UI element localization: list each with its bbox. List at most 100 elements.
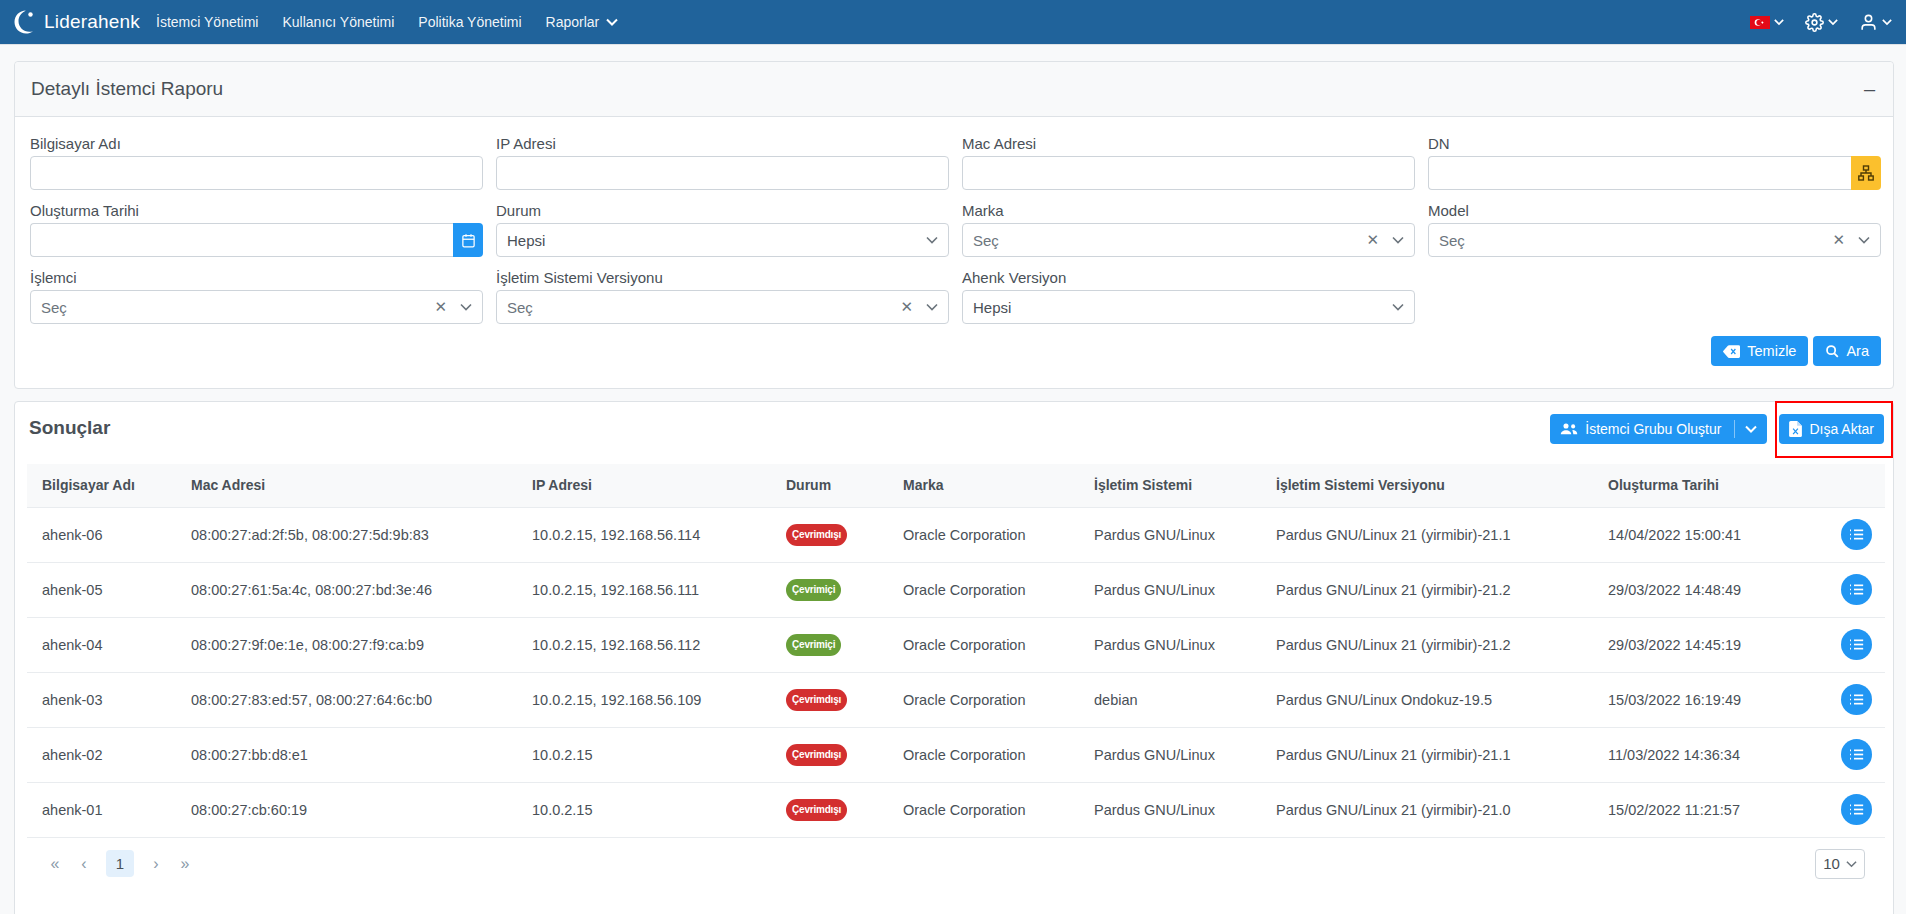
brand-label: Marka (962, 202, 1415, 219)
row-actions-button[interactable] (1841, 574, 1872, 605)
cell-created: 29/03/2022 14:45:19 (1593, 617, 1817, 672)
cpu-label: İşlemci (30, 269, 483, 286)
brand[interactable]: Liderahenk (12, 9, 140, 35)
cell-mac: 08:00:27:9f:0e:1e, 08:00:27:f9:ca:b9 (176, 617, 517, 672)
cell-created: 14/04/2022 15:00:41 (1593, 507, 1817, 562)
pagination: « ‹ 1 › » 10 (15, 838, 1893, 879)
cell-brand: Oracle Corporation (888, 672, 1079, 727)
table-row: ahenk-0108:00:27:cb:60:1910.0.2.15Çevrim… (27, 782, 1885, 837)
table-row: ahenk-0608:00:27:ad:2f:5b, 08:00:27:5d:9… (27, 507, 1885, 562)
cell-name: ahenk-02 (27, 727, 176, 782)
cell-created: 29/03/2022 14:48:49 (1593, 562, 1817, 617)
brand-name: Liderahenk (44, 11, 140, 33)
nav-menu: İstemci Yönetimi Kullanıcı Yönetimi Poli… (144, 14, 630, 30)
created-date-input[interactable] (30, 223, 453, 257)
cell-ip: 10.0.2.15, 192.168.56.112 (517, 617, 771, 672)
row-actions-button[interactable] (1841, 794, 1872, 825)
dn-input[interactable] (1428, 156, 1851, 190)
cell-name: ahenk-01 (27, 782, 176, 837)
page-current[interactable]: 1 (106, 850, 134, 877)
results-table: Bilgisayar Adı Mac Adresi IP Adresi Duru… (27, 464, 1883, 838)
cell-brand: Oracle Corporation (888, 617, 1079, 672)
os-version-multiselect[interactable]: Seç ✕ (496, 290, 949, 324)
chevron-down-icon (1846, 860, 1857, 868)
search-icon (1825, 344, 1839, 358)
cell-name: ahenk-04 (27, 617, 176, 672)
cell-mac: 08:00:27:cb:60:19 (176, 782, 517, 837)
row-actions-button[interactable] (1841, 519, 1872, 550)
field-cpu: İşlemci Seç ✕ (30, 269, 483, 324)
create-client-group-button[interactable]: İstemci Grubu Oluştur (1550, 414, 1767, 444)
user-icon (1859, 13, 1878, 32)
settings-menu[interactable] (1805, 13, 1838, 32)
collapse-minus-icon[interactable]: – (1864, 79, 1875, 99)
cell-os-version: Pardus GNU/Linux 21 (yirmibir)-21.0 (1261, 782, 1593, 837)
cell-name: ahenk-05 (27, 562, 176, 617)
row-actions-button[interactable] (1841, 629, 1872, 660)
gear-icon (1805, 13, 1824, 32)
cell-os-version: Pardus GNU/Linux 21 (yirmibir)-21.1 (1261, 727, 1593, 782)
row-actions-button[interactable] (1841, 684, 1872, 715)
field-mac: Mac Adresi (962, 135, 1415, 190)
field-created-date: Oluşturma Tarihi (30, 202, 483, 257)
col-mac-adresi: Mac Adresi (176, 464, 517, 507)
status-badge: Çevrimdışı (786, 689, 847, 711)
filter-panel-body: Bilgisayar Adı IP Adresi Mac Adresi DN (15, 117, 1893, 388)
brand-multiselect[interactable]: Seç ✕ (962, 223, 1415, 257)
page-first-button[interactable]: « (48, 855, 62, 873)
nav-item-istemci-yonetimi[interactable]: İstemci Yönetimi (144, 14, 270, 30)
chevron-down-icon (1774, 18, 1784, 26)
nav-item-raporlar[interactable]: Raporlar (534, 14, 631, 30)
search-button[interactable]: Ara (1813, 336, 1881, 366)
computer-name-input[interactable] (30, 156, 483, 190)
page-last-button[interactable]: » (178, 855, 192, 873)
chevron-down-icon (1392, 236, 1404, 244)
user-menu[interactable] (1859, 13, 1892, 32)
clear-icon[interactable]: ✕ (1832, 231, 1845, 249)
cell-ip: 10.0.2.15, 192.168.56.114 (517, 507, 771, 562)
results-panel: Sonuçlar İstemci Grubu Oluştur Dışa Akta… (14, 401, 1894, 914)
clear-icon[interactable]: ✕ (434, 298, 447, 316)
status-select[interactable]: Hepsi (496, 223, 949, 257)
nav-item-kullanici-yonetimi[interactable]: Kullanıcı Yönetimi (270, 14, 406, 30)
list-icon (1849, 583, 1864, 596)
eraser-icon (1723, 345, 1740, 358)
chevron-down-icon (926, 303, 938, 311)
users-icon (1560, 422, 1578, 436)
clear-icon[interactable]: ✕ (900, 298, 913, 316)
chevron-down-icon (460, 303, 472, 311)
computer-name-label: Bilgisayar Adı (30, 135, 483, 152)
row-actions-button[interactable] (1841, 739, 1872, 770)
calendar-button[interactable] (453, 223, 483, 257)
cell-ip: 10.0.2.15 (517, 727, 771, 782)
clear-button[interactable]: Temizle (1711, 336, 1808, 366)
ip-input[interactable] (496, 156, 949, 190)
col-isletim-sistemi-versiyonu: İşletim Sistemi Versiyonu (1261, 464, 1593, 507)
model-multiselect[interactable]: Seç ✕ (1428, 223, 1881, 257)
filter-panel-title: Detaylı İstemci Raporu (31, 78, 223, 100)
page-size-select[interactable]: 10 (1815, 849, 1865, 879)
filter-panel: Detaylı İstemci Raporu – Bilgisayar Adı … (14, 61, 1894, 389)
col-isletim-sistemi: İşletim Sistemi (1079, 464, 1261, 507)
page-next-button[interactable]: › (149, 855, 163, 873)
export-button[interactable]: Dışa Aktar (1779, 414, 1884, 444)
chevron-down-icon (1858, 236, 1870, 244)
dn-tree-button[interactable] (1851, 156, 1881, 190)
table-header-row: Bilgisayar Adı Mac Adresi IP Adresi Duru… (27, 464, 1885, 507)
nav-item-politika-yonetimi[interactable]: Politika Yönetimi (406, 14, 533, 30)
cpu-multiselect[interactable]: Seç ✕ (30, 290, 483, 324)
list-icon (1849, 638, 1864, 651)
mac-input[interactable] (962, 156, 1415, 190)
field-model: Model Seç ✕ (1428, 202, 1881, 257)
cell-name: ahenk-03 (27, 672, 176, 727)
field-status: Durum Hepsi (496, 202, 949, 257)
status-badge: Çevrimdışı (786, 799, 847, 821)
dn-label: DN (1428, 135, 1881, 152)
language-menu[interactable] (1750, 16, 1784, 29)
results-title: Sonuçlar (29, 417, 110, 439)
cell-created: 15/03/2022 16:19:49 (1593, 672, 1817, 727)
clear-icon[interactable]: ✕ (1366, 231, 1379, 249)
page-prev-button[interactable]: ‹ (77, 855, 91, 873)
cell-mac: 08:00:27:83:ed:57, 08:00:27:64:6c:b0 (176, 672, 517, 727)
agent-version-select[interactable]: Hepsi (962, 290, 1415, 324)
